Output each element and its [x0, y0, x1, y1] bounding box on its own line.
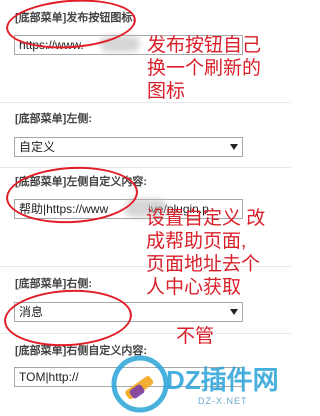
setting-label-right: [底部菜单]右侧:	[15, 278, 92, 290]
chevron-down-icon	[230, 144, 238, 150]
watermark-url: DZ-X.NET	[198, 396, 248, 406]
watermark-brand: DZ插件网	[166, 365, 279, 395]
setting-label-left: [底部菜单]左侧:	[15, 113, 92, 125]
annotation-line: 设置自定义 改	[146, 208, 266, 229]
annotation-line: 图标	[147, 81, 186, 102]
annotation-line: 页面地址去个	[146, 254, 261, 275]
left-menu-selected-value: 自定义	[19, 140, 56, 154]
annotation-line: 人中心获取	[146, 277, 242, 298]
annotation-note-post-icon: 发布按钮自己 换一个刷新的 图标	[147, 34, 261, 103]
annotation-circle	[2, 286, 134, 350]
annotation-note-left-custom: 设置自定义 改 成帮助页面, 页面地址去个 人中心获取	[146, 207, 265, 299]
annotation-line: 换一个刷新的	[147, 58, 262, 79]
watermark: DZ插件网 DZ-X.NET	[110, 352, 288, 413]
right-custom-content-value: TOM|http://	[19, 370, 79, 384]
annotation-line: 成帮助页面,	[146, 231, 247, 252]
dz-logo-icon	[111, 355, 169, 413]
left-menu-select[interactable]: 自定义	[14, 137, 243, 157]
annotation-note-ignore: 不管	[176, 326, 215, 347]
annotation-line: 发布按钮自己	[147, 35, 262, 56]
chevron-down-icon	[230, 309, 238, 315]
divider	[0, 167, 291, 168]
